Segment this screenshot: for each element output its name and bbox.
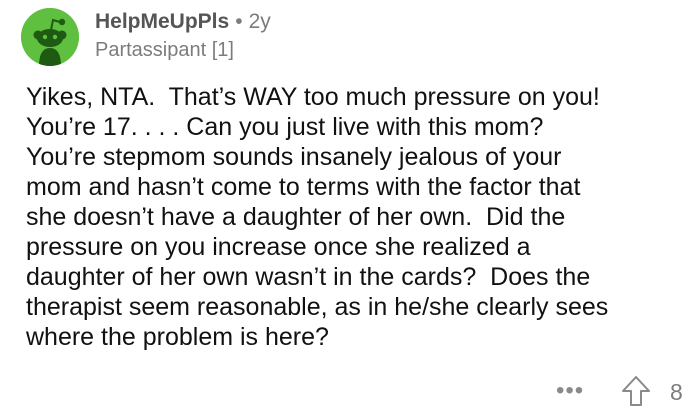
more-options-button[interactable]: ••• [556,379,584,403]
comment-body: Yikes, NTA. That’s WAY too much pressure… [26,83,609,351]
snoo-avatar-icon [21,8,79,66]
vote-score: 8 [670,379,683,405]
comment-header: HelpMeUpPls • 2y Partassipant [1] [95,9,271,63]
meta-separator: • [235,10,243,33]
comment-age: 2y [248,10,271,33]
upvote-button[interactable] [621,375,651,407]
avatar[interactable] [21,8,79,66]
user-flair: Partassipant [1] [95,39,234,61]
author-line: HelpMeUpPls • 2y [95,9,271,35]
author-username[interactable]: HelpMeUpPls [95,10,229,33]
upvote-arrow-icon [622,376,650,406]
comment: HelpMeUpPls • 2y Partassipant [1] Yikes, N… [0,0,700,417]
